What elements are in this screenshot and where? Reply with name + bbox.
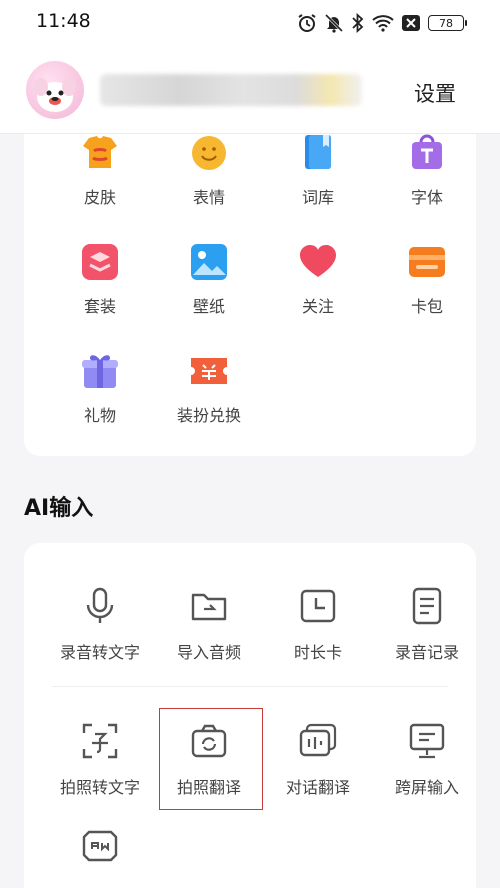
grid-item-redeem[interactable]: 装扮兑换: [154, 352, 264, 452]
grid-label: 表情: [192, 188, 225, 207]
wallpaper-icon: [191, 244, 227, 280]
grid-label: 装扮兑换: [176, 406, 241, 425]
ai-item-import-audio[interactable]: 导入音频: [154, 587, 264, 687]
ai-item-photo-to-text[interactable]: 拍照转文字: [45, 722, 155, 822]
ai-item-ai-chat[interactable]: [45, 829, 155, 888]
close-box-icon: [401, 14, 421, 32]
grid-label: 壁纸: [192, 297, 225, 316]
ai-item-recording-to-text[interactable]: 录音转文字: [45, 587, 155, 687]
alarm-icon: [297, 13, 317, 33]
grid-label: 皮肤: [83, 188, 116, 207]
grid-item-gift[interactable]: 礼物: [45, 352, 155, 452]
ai-item-cross-screen-input[interactable]: 跨屏输入: [372, 722, 482, 822]
monitor-input-icon: [409, 723, 445, 759]
grid-item-suit[interactable]: 套装: [45, 243, 155, 343]
ai-item-duration-card[interactable]: 时长卡: [263, 587, 373, 687]
selection-highlight-box: [159, 708, 263, 810]
status-time: 11:48: [36, 10, 91, 32]
ai-item-recording-history[interactable]: 录音记录: [372, 587, 482, 687]
grid-label: 字体: [410, 188, 443, 207]
section-title-ai: AI输入: [24, 496, 94, 521]
mute-icon: [324, 13, 344, 33]
username-blurred: [100, 74, 362, 106]
grid-label: 礼物: [83, 406, 116, 425]
grid-item-skin[interactable]: 皮肤: [45, 134, 155, 234]
grid-item-wallpaper[interactable]: 壁纸: [154, 243, 264, 343]
status-bar: 11:48 78: [0, 0, 500, 44]
ai-item-dialog-translate[interactable]: 对话翻译: [263, 722, 373, 822]
ai-label: 跨屏输入: [394, 778, 459, 797]
avatar[interactable]: [26, 61, 84, 119]
divider: [52, 686, 448, 687]
redeem-ticket-icon: [191, 358, 227, 384]
emoji-icon: [192, 136, 226, 170]
heart-icon: [300, 245, 336, 277]
feature-grid-card: 皮肤 表情 词库 字体 套装 壁纸 关注 卡包 礼物 装扮兑换: [24, 134, 476, 456]
battery-icon: 78: [428, 15, 467, 31]
status-icons: 78: [297, 12, 467, 34]
grid-label: 关注: [301, 297, 334, 316]
microphone-icon: [86, 587, 114, 623]
font-bag-icon: [412, 134, 442, 169]
ai-label: 录音记录: [394, 643, 459, 662]
grid-item-card-wallet[interactable]: 卡包: [372, 243, 482, 343]
settings-button[interactable]: 设置: [414, 78, 456, 108]
dictionary-icon: [305, 135, 331, 169]
scan-text-icon: [82, 723, 118, 759]
clock-card-icon: [300, 589, 336, 623]
grid-item-emoji[interactable]: 表情: [154, 134, 264, 234]
grid-label: 套装: [83, 297, 116, 316]
grid-item-follow[interactable]: 关注: [263, 243, 373, 343]
grid-label: 卡包: [410, 297, 443, 316]
wifi-icon: [372, 14, 394, 32]
grid-label: 词库: [301, 188, 334, 207]
grid-item-dictionary[interactable]: 词库: [263, 134, 373, 234]
ai-chat-icon: [82, 830, 118, 862]
skin-shirt-icon: [83, 136, 117, 168]
document-icon: [412, 587, 442, 625]
folder-icon: [191, 593, 227, 621]
bluetooth-icon: [351, 13, 365, 33]
card-wallet-icon: [409, 247, 445, 277]
gift-icon: [82, 355, 118, 388]
dialog-translate-icon: [299, 723, 337, 757]
grid-item-font[interactable]: 字体: [372, 134, 482, 234]
profile-header: 设置: [0, 44, 500, 134]
suit-layers-icon: [82, 244, 118, 280]
